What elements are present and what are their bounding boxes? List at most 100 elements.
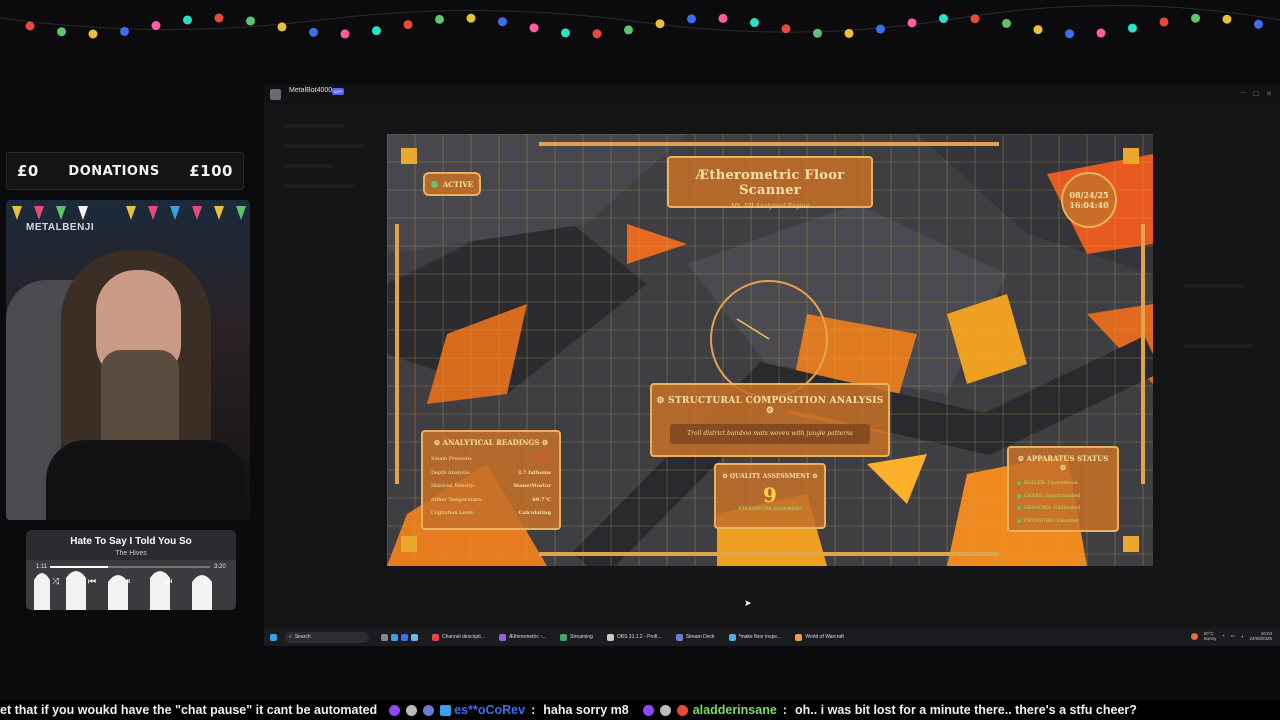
taskbar-item-label: Ætherometric -... <box>508 634 547 640</box>
apparatus-item-text: GEARS: Synchronized <box>1024 492 1081 499</box>
reading-label: Material Density: <box>431 483 476 489</box>
corner-bolt <box>1123 536 1139 552</box>
chat-message: haha sorry m8 <box>543 703 629 717</box>
light-bulb <box>844 28 854 38</box>
taskbar-item[interactable]: *make floor inspe... <box>728 633 782 641</box>
dim-sidebar-line <box>284 164 334 168</box>
light-bulb <box>939 14 948 24</box>
donation-goal-bar: £0 DONATIONS £100 <box>6 152 244 190</box>
apparatus-item: GEARS: Synchronized <box>1017 490 1109 503</box>
start-button[interactable] <box>270 633 277 641</box>
repeat-icon[interactable]: ⟲ <box>202 576 210 587</box>
taskbar: ⌕ Search Channel descripti... Ætherometri… <box>264 628 1280 646</box>
donation-min: £0 <box>17 162 39 180</box>
scanner-title: Ætherometric Floor Scanner <box>695 168 845 198</box>
search-placeholder: Search <box>294 634 311 640</box>
chat-ticker: et that if you woukd have the "chat paus… <box>0 700 1280 720</box>
taskbar-item-label: Streaming <box>570 634 593 640</box>
taskbar-item[interactable]: World of Warcraft <box>795 633 844 641</box>
light-bulb <box>277 22 287 32</box>
taskbar-item[interactable]: Stream Deck <box>675 633 715 641</box>
taskbar-item-label: *make floor inspe... <box>738 634 782 640</box>
reading-value: 3.7 fathoms <box>517 469 551 476</box>
light-bulb <box>340 29 350 39</box>
windows-icon <box>270 633 277 641</box>
composition-description: Troll district bamboo mats woven with ju… <box>670 424 870 444</box>
pause-icon[interactable]: ⏸ <box>126 576 131 587</box>
corner-bolt <box>401 148 417 164</box>
status-dot-icon <box>1017 481 1021 486</box>
chevron-up-icon[interactable]: ^ <box>1222 634 1224 639</box>
track-elapsed: 1:11 <box>36 564 48 570</box>
light-bulb <box>120 26 129 36</box>
taskbar-clock[interactable]: 16:04 24/08/2025 <box>1249 631 1272 641</box>
light-bulb <box>57 27 66 37</box>
reading-row: Steam Pressure: 90 PSI <box>431 453 551 467</box>
dim-sidebar-line <box>1184 344 1254 348</box>
taskbar-pinned[interactable] <box>381 633 418 641</box>
reading-row: Depth Analysis: 3.7 fathoms <box>431 467 551 481</box>
minimize-icon[interactable]: ─ <box>1241 90 1246 98</box>
system-tray: 20°C Sunny ^ ▭ ◖ 16:04 24/08/2025 <box>1190 631 1272 641</box>
quality-subtitle: STEAMPUNK FLOORING <box>738 507 802 512</box>
previous-track-icon[interactable]: ⏮ <box>88 576 96 587</box>
taskbar-item-label: OBS 31.1.2 - Profi... <box>616 634 662 640</box>
chat-separator: : <box>782 703 787 717</box>
clock-dial: 08/24/25 16:04:40 <box>1061 172 1117 228</box>
light-bulb <box>1096 28 1106 38</box>
light-bulb <box>718 13 728 23</box>
network-icon[interactable]: ▭ <box>1230 633 1234 639</box>
dim-sidebar-line <box>284 144 364 148</box>
light-bulb <box>1002 18 1011 28</box>
twitch-icon <box>642 704 654 716</box>
reading-row: Aither Temperature: 69.7°C <box>431 494 551 508</box>
chat-message: oh.. i was bit lost for a minute there..… <box>794 703 1137 717</box>
status-badge: ACTIVE <box>423 172 481 196</box>
light-bulb <box>592 29 602 39</box>
volume-icon[interactable]: ◖ <box>1241 634 1244 639</box>
weather-widget[interactable]: 20°C Sunny <box>1204 631 1217 641</box>
light-bulb <box>1254 19 1263 29</box>
track-progress-bar[interactable] <box>50 566 210 568</box>
close-icon[interactable]: ✕ <box>1266 90 1272 98</box>
corner-bolt <box>401 536 417 552</box>
light-bulb <box>781 24 791 34</box>
taskbar-item[interactable]: Ætherometric -... <box>498 633 547 641</box>
reading-row: Cogitation Level: Calculating <box>431 507 551 521</box>
search-icon: ⌕ <box>289 634 292 640</box>
next-track-icon[interactable]: ⏭ <box>164 576 172 587</box>
badge-icon <box>676 704 688 716</box>
taskbar-item[interactable]: Channel descripti... <box>432 633 485 641</box>
track-progress-fill <box>50 566 108 568</box>
quality-score: 9 <box>763 483 777 507</box>
light-bulb <box>498 17 507 27</box>
light-bulb <box>876 24 885 34</box>
shuffle-icon[interactable]: ⤨ <box>52 576 59 587</box>
light-bulb <box>88 29 98 39</box>
apparatus-item: SENSORS: Calibrated <box>1017 502 1109 515</box>
status-text: ACTIVE <box>442 179 474 189</box>
channel-logo: METALBENJI <box>26 222 95 233</box>
light-bulb <box>813 28 822 38</box>
readings-panel: ⚙ ANALYTICAL READINGS ⚙ Steam Pressure: 9… <box>421 430 561 530</box>
chat-username: es**oCoRev <box>454 703 526 717</box>
taskbar-search[interactable]: ⌕ Search <box>285 631 369 643</box>
composition-title: ⚙ STRUCTURAL COMPOSITION ANALYSIS ⚙ <box>656 396 884 416</box>
light-bulb <box>435 14 444 24</box>
clock-date-text: 24/08/2025 <box>1249 636 1272 641</box>
reading-value: Stone/Mortar <box>513 483 551 489</box>
maximize-icon[interactable]: ☐ <box>1253 90 1259 98</box>
light-bulb <box>403 20 413 30</box>
reading-label: Steam Pressure: <box>431 456 473 462</box>
reading-label: Aither Temperature: <box>431 496 483 503</box>
light-bulb <box>1065 29 1074 39</box>
taskbar-item[interactable]: OBS 31.1.2 - Profi... <box>606 633 662 641</box>
webcam-feed: METALBENJI <box>6 200 250 520</box>
apparatus-title: ⚙ APPARATUS STATUS ⚙ <box>1017 454 1109 472</box>
light-bulb <box>183 15 192 25</box>
taskbar-item[interactable]: Streaming <box>560 633 593 641</box>
obs-icon <box>606 633 614 641</box>
apparatus-item-text: PRESSURE: Elevated <box>1024 517 1079 524</box>
streamer-shirt <box>46 440 246 520</box>
task-view-icon <box>381 633 388 641</box>
